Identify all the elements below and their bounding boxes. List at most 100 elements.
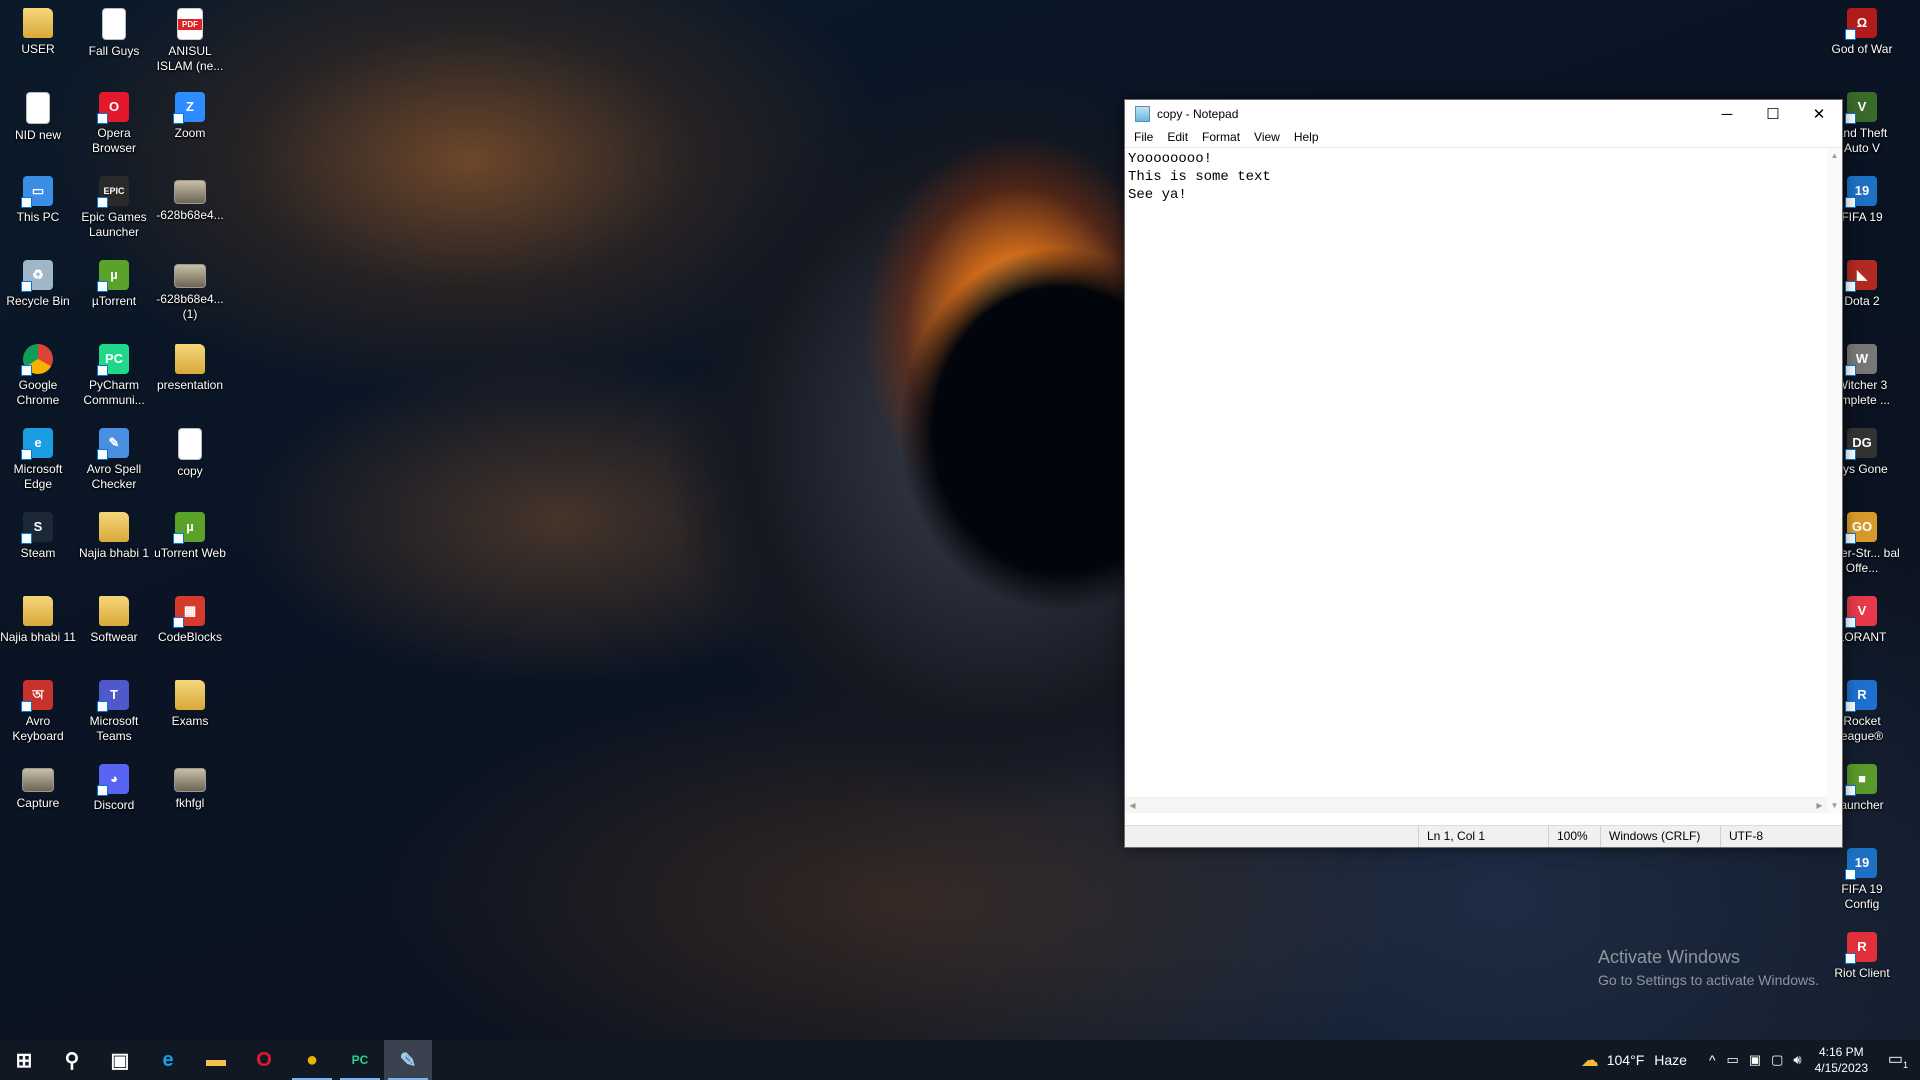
notepad-window[interactable]: copy - Notepad ─ ☐ ✕ File Edit Format Vi… [1124,99,1843,848]
text-editor-area[interactable]: Yoooooooo! This is some text See ya! ▲ ▼… [1125,147,1842,813]
desktop-icon[interactable]: O Opera Browser [76,86,152,156]
search-icon[interactable]: ⚲ [48,1040,96,1080]
desktop-icon-label: -628b68e4... (1) [156,292,224,321]
desktop-icon[interactable]: S Steam [0,506,76,561]
taskbar: ⊞ ⚲ ▣ e ▬ O ● PC ✎ ☁ 104°F Haze ^ ▭ ▣ ▢ 🔊︎ 4:16 … [0,1040,1920,1080]
desktop-icon[interactable]: 19 FIFA 19 Config [1824,842,1900,912]
notepad-title-bar[interactable]: copy - Notepad ─ ☐ ✕ [1125,100,1842,128]
opera-icon[interactable]: O [240,1040,288,1080]
pdf-doc-icon [26,92,50,124]
codeblocks-icon: ▦ [173,596,205,628]
network-icon[interactable]: ▢ [1766,1052,1788,1068]
camera-icon[interactable]: ▣ [1744,1052,1766,1068]
desktop-icon-label: Avro Keyboard [12,714,64,743]
days-gone-icon: DG [1845,428,1877,460]
text-file-icon [178,428,202,460]
menu-edit[interactable]: Edit [1160,128,1195,147]
minecraft-launcher-icon: ■ [1845,764,1877,796]
desktop-icon[interactable]: Google Chrome [0,338,76,408]
desktop-icon-label: uTorrent Web [154,546,226,560]
watermark-title: Activate Windows [1598,947,1741,967]
desktop-icon[interactable]: Softwear [76,590,152,645]
desktop-icon-label: Google Chrome [16,378,60,407]
taskbar-apps: ⊞ ⚲ ▣ e ▬ O ● PC ✎ [0,1040,432,1080]
pycharm-icon[interactable]: PC [336,1040,384,1080]
maximize-button[interactable]: ☐ [1750,100,1796,128]
desktop-icon[interactable]: EPIC Epic Games Launcher [76,170,152,240]
zip-folder-icon [99,512,129,542]
desktop-icon[interactable]: µ µTorrent [76,254,152,309]
task-view-icon[interactable]: ▣ [96,1040,144,1080]
editor-text[interactable]: Yoooooooo! This is some text See ya! [1125,148,1842,813]
close-button[interactable]: ✕ [1796,100,1842,128]
desktop-icon[interactable]: Najia bhabi 1 [76,506,152,561]
desktop-icon[interactable]: অ Avro Keyboard [0,674,76,744]
vertical-scrollbar[interactable]: ▲ ▼ [1827,148,1842,813]
desktop-icon[interactable]: T Microsoft Teams [76,674,152,744]
menu-file[interactable]: File [1127,128,1160,147]
desktop-icon-label: USER [21,42,55,56]
steam-icon: S [21,512,53,544]
desktop-icon-label: Microsoft Teams [89,714,139,743]
chevron-up-icon[interactable]: ^ [1703,1052,1722,1068]
menu-format[interactable]: Format [1195,128,1247,147]
pycharm-icon: PC [97,344,129,376]
desktop-icon-label: Opera Browser [91,126,136,155]
image-file-icon [174,264,206,288]
desktop-icon[interactable]: Fall Guys [76,2,152,59]
desktop-icon[interactable]: -628b68e4... (1) [152,254,228,322]
riot-client-icon: R [1845,932,1877,964]
minimize-button[interactable]: ─ [1704,100,1750,128]
desktop-icon[interactable]: copy [152,422,228,479]
desktop-icon[interactable]: ✎ Avro Spell Checker [76,422,152,492]
avro-keyboard-icon: অ [21,680,53,712]
desktop-icon[interactable]: Capture [0,758,76,811]
clock-date: 4/15/2023 [1814,1061,1868,1075]
menu-help[interactable]: Help [1287,128,1326,147]
desktop-icon[interactable]: fkhfgl [152,758,228,811]
desktop-icon[interactable]: R Riot Client [1824,926,1900,981]
weather-icon[interactable]: ☁ [1581,1050,1607,1071]
notepad-icon[interactable]: ✎ [384,1040,432,1080]
weather-temp[interactable]: 104°F [1607,1052,1655,1068]
witcher-3-icon: W [1845,344,1877,376]
scroll-up-icon[interactable]: ▲ [1827,148,1842,163]
desktop-icon[interactable]: presentation [152,338,228,393]
desktop: USER Fall Guys ANISUL ISLAM (ne... NID new O… [0,0,1920,1040]
gta-v-icon: V [1845,92,1877,124]
desktop-icon-label: -628b68e4... [156,208,224,222]
image-file-icon [174,768,206,792]
chrome-icon[interactable]: ● [288,1040,336,1080]
scroll-right-icon[interactable]: ▶ [1812,798,1827,813]
scroll-down-icon[interactable]: ▼ [1827,798,1842,813]
desktop-icon[interactable]: Najia bhabi 11 [0,590,76,645]
weather-condition[interactable]: Haze [1654,1052,1703,1068]
meet-now-icon[interactable]: ▭ [1722,1052,1744,1068]
desktop-icon[interactable]: ▭ This PC [0,170,76,225]
desktop-icon[interactable]: Z Zoom [152,86,228,141]
desktop-icon[interactable]: µ uTorrent Web [152,506,228,561]
clock[interactable]: 4:16 PM 4/15/2023 [1807,1044,1876,1076]
desktop-icon[interactable]: ♻ Recycle Bin [0,254,76,309]
window-title: copy - Notepad [1157,107,1239,121]
notification-center-icon[interactable]: ▭1 [1876,1049,1920,1070]
desktop-icon[interactable]: e Microsoft Edge [0,422,76,492]
menu-view[interactable]: View [1247,128,1287,147]
file-explorer-icon[interactable]: ▬ [192,1040,240,1080]
desktop-icon-label: Avro Spell Checker [86,462,142,491]
desktop-icon[interactable]: ANISUL ISLAM (ne... [152,2,228,74]
teams-icon: T [97,680,129,712]
desktop-icon[interactable]: -628b68e4... [152,170,228,223]
scroll-left-icon[interactable]: ◀ [1125,798,1140,813]
desktop-icon[interactable]: ▦ CodeBlocks [152,590,228,645]
start-button[interactable]: ⊞ [0,1040,48,1080]
edge-icon[interactable]: e [144,1040,192,1080]
volume-icon[interactable]: 🔊︎ [1788,1052,1806,1068]
horizontal-scrollbar[interactable]: ◀ ▶ [1125,797,1827,813]
desktop-icon[interactable]: PC PyCharm Communi... [76,338,152,408]
desktop-icon[interactable]: Ω God of War [1824,2,1900,57]
desktop-icon[interactable]: Exams [152,674,228,729]
desktop-icon[interactable]: NID new [0,86,76,143]
desktop-icon[interactable]: USER [0,2,76,57]
desktop-icon[interactable]: ◕ Discord [76,758,152,813]
